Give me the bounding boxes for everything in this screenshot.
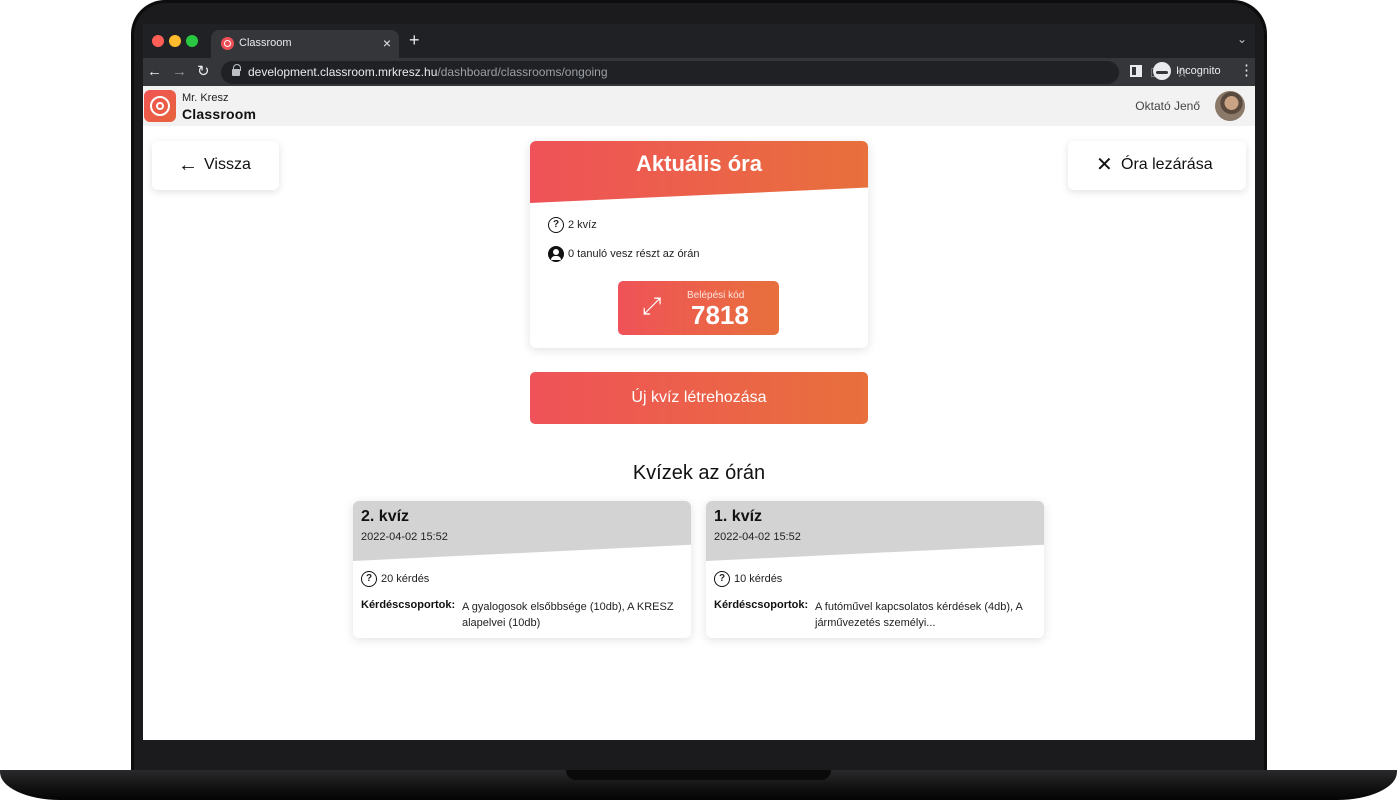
brand-title: Classroom: [182, 106, 257, 122]
quizzes-section-title: Kvízek az órán: [632, 462, 766, 484]
user-circle-icon: [548, 246, 564, 262]
favicon-icon: [221, 37, 234, 50]
quiz-date: 2022-04-02 15:52: [714, 531, 801, 543]
create-quiz-button[interactable]: Új kvíz létrehozása: [530, 372, 868, 424]
back-button-label: Vissza: [204, 156, 251, 173]
browser-tab[interactable]: Classroom ×: [211, 30, 399, 58]
lock-icon[interactable]: [232, 64, 241, 76]
expand-icon: ⤢: [642, 293, 662, 320]
chevron-down-icon[interactable]: ⌄: [1237, 32, 1247, 46]
back-arrow-icon[interactable]: ←: [147, 62, 162, 82]
close-icon: ✕: [1096, 154, 1113, 176]
incognito-label[interactable]: Incognito: [1176, 65, 1221, 77]
join-code-button[interactable]: ⤢ Belépési kód 7818: [618, 281, 779, 335]
students-count: 0 tanuló vesz részt az órán: [568, 247, 700, 260]
reload-icon[interactable]: ↻: [197, 62, 210, 82]
tab-close-icon[interactable]: ×: [383, 35, 391, 51]
url-text[interactable]: development.classroom.mrkresz.hu/dashboa…: [248, 65, 608, 79]
question-icon: ?: [361, 571, 377, 587]
quiz-groups: A gyalogosok elsőbbsége (10db), A KRESZ …: [462, 601, 674, 629]
quiz-card[interactable]: 1. kvíz 2022-04-02 15:52 ? 10 kérdés Kérd…: [706, 501, 1044, 638]
join-code-value: 7818: [691, 300, 749, 330]
more-menu-icon[interactable]: ⋮: [1239, 61, 1254, 81]
close-lesson-label: Óra lezárása: [1121, 156, 1213, 173]
back-button[interactable]: ← Vissza: [152, 141, 279, 190]
close-lesson-button[interactable]: ✕ Óra lezárása: [1068, 141, 1246, 190]
tab-bar: Classroom × + ⌄: [143, 24, 1255, 58]
arrow-left-icon: ←: [178, 154, 198, 176]
students-row: 0 tanuló vesz részt az órán: [548, 246, 699, 262]
browser-toolbar: ← → ↻ development.classroom.mrkresz.hu/d…: [143, 58, 1255, 86]
laptop-notch: [566, 770, 831, 780]
lesson-title: Aktuális óra: [636, 151, 762, 176]
avatar[interactable]: [1215, 91, 1245, 121]
steering-wheel-logo-icon[interactable]: [144, 90, 176, 122]
user-name[interactable]: Oktató Jenő: [1135, 99, 1200, 113]
quiz-groups-label: Kérdéscsoportok:: [714, 599, 809, 611]
quiz-title: 1. kvíz: [714, 508, 763, 525]
forward-arrow-icon[interactable]: →: [172, 62, 187, 82]
quiz-title: 2. kvíz: [361, 508, 410, 525]
minimize-window-button[interactable]: [169, 35, 181, 47]
quiz-date: 2022-04-02 15:52: [361, 531, 448, 543]
quiz-card[interactable]: 2. kvíz 2022-04-02 15:52 ? 20 kérdés Kérd…: [353, 501, 691, 638]
app-header: Mr. Kresz Classroom Oktató Jenő: [143, 86, 1255, 126]
side-panel-icon[interactable]: [1130, 65, 1142, 77]
brand-subtitle: Mr. Kresz: [182, 92, 229, 104]
browser-window: Classroom × + ⌄ ← → ↻ development.classr…: [143, 24, 1255, 740]
quiz-count-row: ? 2 kvíz: [548, 217, 597, 233]
quiz-question-count: ? 20 kérdés: [361, 571, 429, 587]
close-window-button[interactable]: [152, 35, 164, 47]
quiz-groups-label: Kérdéscsoportok:: [361, 599, 456, 611]
current-lesson-card: Aktuális óra ? 2 kvíz 0 tanuló vesz részt…: [530, 141, 868, 348]
app-content: Mr. Kresz Classroom Oktató Jenő ← Vissza…: [143, 86, 1255, 740]
tab-title: Classroom: [239, 37, 292, 49]
quiz-question-count: ? 10 kérdés: [714, 571, 782, 587]
new-tab-button[interactable]: +: [409, 30, 420, 50]
address-bar[interactable]: development.classroom.mrkresz.hu/dashboa…: [221, 61, 1189, 84]
quiz-count: 2 kvíz: [568, 218, 597, 231]
quiz-groups: A futóművel kapcsolatos kérdések (4db), …: [815, 601, 1023, 629]
question-icon: ?: [548, 217, 564, 233]
maximize-window-button[interactable]: [186, 35, 198, 47]
incognito-icon[interactable]: [1153, 62, 1171, 80]
question-icon: ?: [714, 571, 730, 587]
